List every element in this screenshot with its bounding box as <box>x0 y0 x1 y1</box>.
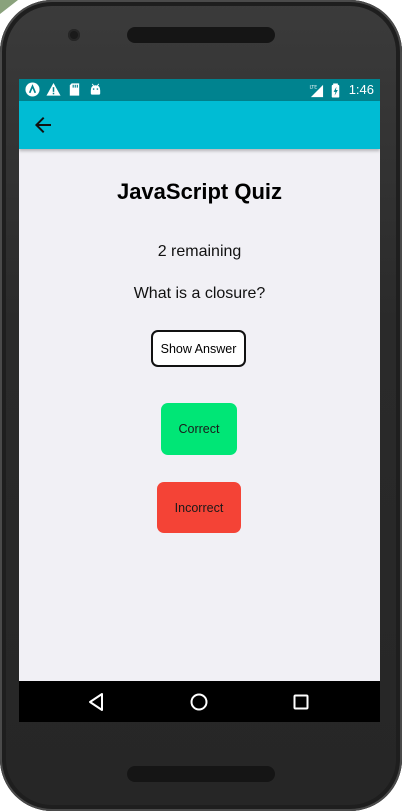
show-answer-button[interactable]: Show Answer <box>151 330 246 367</box>
corner-accent <box>0 0 18 14</box>
status-bar: LTE 1:46 <box>19 79 380 101</box>
system-nav-bar <box>19 681 380 722</box>
app-toolbar <box>19 101 380 149</box>
arrow-back-icon[interactable] <box>31 113 55 137</box>
front-camera <box>68 29 80 41</box>
bottom-speaker <box>127 766 275 782</box>
question-text: What is a closure? <box>133 285 266 302</box>
nav-home-icon[interactable] <box>188 691 210 713</box>
signal-lte-icon: LTE <box>309 84 323 97</box>
battery-charging-icon <box>331 82 339 98</box>
status-time: 1:46 <box>348 82 374 97</box>
status-right-icons: LTE 1:46 <box>309 81 374 99</box>
sd-card-icon <box>69 83 80 96</box>
remaining-count: 2 remaining <box>157 243 242 260</box>
android-icon <box>90 83 101 95</box>
nav-recents-icon[interactable] <box>290 691 312 713</box>
top-speaker <box>127 27 275 43</box>
warning-icon <box>46 82 61 96</box>
svg-text:LTE: LTE <box>309 84 317 90</box>
nav-back-icon[interactable] <box>85 691 107 713</box>
correct-button[interactable]: Correct <box>161 403 237 455</box>
quiz-content: JavaScript Quiz 2 remaining What is a cl… <box>19 149 380 681</box>
device-screen: LTE 1:46 JavaScript Quiz 2 remaining Wha… <box>19 79 380 722</box>
quiz-title: JavaScript Quiz <box>116 179 283 204</box>
app-a-icon <box>25 82 40 97</box>
incorrect-button[interactable]: Incorrect <box>157 482 241 533</box>
status-left-icons <box>25 82 103 97</box>
phone-frame: LTE 1:46 JavaScript Quiz 2 remaining Wha… <box>0 0 402 811</box>
